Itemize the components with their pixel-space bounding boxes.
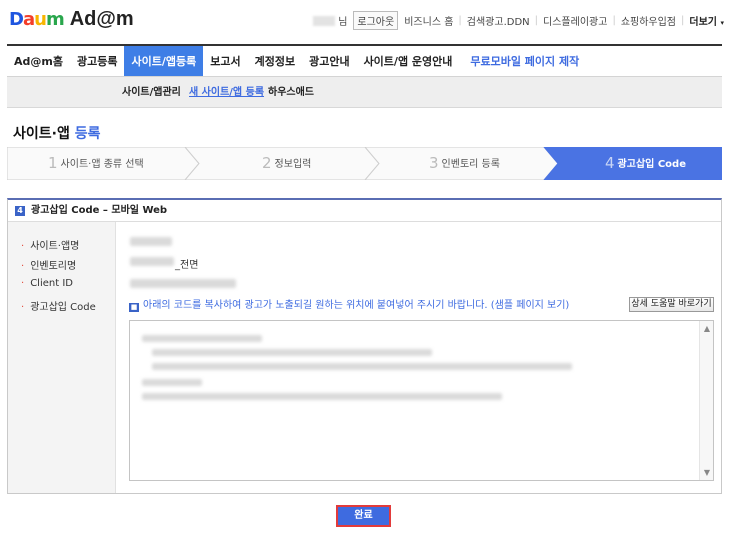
nav-site-app-guide[interactable]: 사이트/앱 운영안내 xyxy=(357,46,460,76)
top-bar: Daum Ad@m 님 로그아웃 비즈니스 홈 | 검색광고.DDN | 디스플… xyxy=(0,0,740,42)
step-4-active: 4 광고삽입 Code xyxy=(605,154,686,172)
divider: | xyxy=(534,15,539,26)
code-line xyxy=(142,335,262,342)
inventory-name-redacted xyxy=(130,257,174,266)
copy-code-notice: ■ 아래의 코드를 복사하여 광고가 노출되길 원하는 위치에 붙여넣어 주시기 … xyxy=(129,296,569,312)
nav-ad-guide[interactable]: 광고안내 xyxy=(302,46,356,76)
scroll-up-icon[interactable]: ▲ xyxy=(704,324,710,333)
more-menu[interactable]: 더보기 ▾ xyxy=(689,13,724,28)
code-line xyxy=(142,393,502,400)
utility-links: 님 로그아웃 비즈니스 홈 | 검색광고.DDN | 디스플레이광고 | 쇼핑하… xyxy=(313,11,724,30)
subnav-house-ad[interactable]: 하우스애드 xyxy=(268,77,314,108)
more-label: 더보기 xyxy=(689,17,717,28)
ad-code-textarea[interactable]: ▲ ▼ xyxy=(129,320,714,481)
nav-ad-register[interactable]: 광고등록 xyxy=(70,46,124,76)
textarea-scrollbar[interactable] xyxy=(699,321,713,480)
subnav-site-app-manage[interactable]: 사이트/앱관리 xyxy=(122,77,181,108)
user-name-redacted xyxy=(313,15,336,26)
field-label-client-id: · Client ID xyxy=(21,278,73,289)
code-line xyxy=(152,349,432,356)
step-number-badge: 4 xyxy=(15,205,25,216)
nav-account-info[interactable]: 계정정보 xyxy=(248,46,302,76)
inventory-name-suffix: _전면 xyxy=(175,260,199,271)
daum-adam-logo[interactable]: Daum Ad@m xyxy=(9,8,134,30)
step-1: 1 사이트·앱 종류 선택 xyxy=(48,154,144,172)
panel-title: 광고삽입 Code – 모바일 Web xyxy=(31,205,168,216)
detailed-help-button[interactable]: 상세 도움말 바로가기 xyxy=(629,297,714,312)
nav-site-app-register[interactable]: 사이트/앱등록 xyxy=(124,46,204,76)
daum-logo: Daum xyxy=(9,8,65,30)
util-link-shopping[interactable]: 쇼핑하우입점 xyxy=(621,13,676,28)
util-link-display-ad[interactable]: 디스플레이광고 xyxy=(543,13,607,28)
field-label-site-app-name: · 사이트·앱명 xyxy=(21,241,80,252)
step-3: 3 인벤토리 등록 xyxy=(429,154,500,172)
done-button[interactable]: 완료 xyxy=(336,505,391,527)
notice-text: 아래의 코드를 복사하여 광고가 노출되길 원하는 위치에 붙여넣어 주시기 바… xyxy=(143,300,570,311)
adam-logo-text: Ad@m xyxy=(69,7,134,30)
code-line xyxy=(142,379,202,386)
field-label-inventory-name: · 인벤토리명 xyxy=(21,261,77,272)
user-suffix: 님 xyxy=(338,17,348,28)
field-label-ad-code: · 광고삽입 Code xyxy=(21,302,96,313)
ad-code-panel: 4 광고삽입 Code – 모바일 Web · 사이트·앱명 · 인벤토리명 · Cl… xyxy=(7,198,722,494)
nav-report[interactable]: 보고서 xyxy=(203,46,247,76)
caret-down-icon: ▾ xyxy=(720,19,724,27)
util-link-biz-home[interactable]: 비즈니스 홈 xyxy=(404,13,453,28)
panel-header: 4 광고삽입 Code – 모바일 Web xyxy=(8,200,721,222)
site-app-name-redacted xyxy=(130,237,172,246)
util-link-search-ad[interactable]: 검색광고.DDN xyxy=(467,13,530,28)
code-line xyxy=(152,363,572,370)
main-nav: Ad@m홈 광고등록 사이트/앱등록 보고서 계정정보 광고안내 사이트/앱 운… xyxy=(7,44,722,77)
subnav-new-site-app[interactable]: 새 사이트/앱 등록 xyxy=(189,77,264,108)
client-id-redacted xyxy=(130,279,236,288)
page-title-main: 사이트·앱 xyxy=(13,126,70,142)
step-2: 2 정보입력 xyxy=(262,154,312,172)
step-progress: 1 사이트·앱 종류 선택 2 정보입력 3 인벤토리 등록 4 광고삽입 Code xyxy=(7,147,722,180)
nav-free-mobile-page[interactable]: 무료모바일 페이지 제작 xyxy=(463,46,586,76)
divider: | xyxy=(681,15,685,26)
logout-button[interactable]: 로그아웃 xyxy=(353,11,399,30)
page-title-highlight: 등록 xyxy=(74,126,101,142)
scroll-down-icon[interactable]: ▼ xyxy=(704,468,710,477)
divider: | xyxy=(458,15,462,26)
info-icon: ■ xyxy=(129,303,139,312)
divider: | xyxy=(612,15,616,26)
page-title: 사이트·앱 등록 xyxy=(13,123,100,143)
nav-adam-home[interactable]: Ad@m홈 xyxy=(7,46,70,76)
sub-nav: 사이트/앱관리 새 사이트/앱 등록 하우스애드 xyxy=(7,77,722,108)
